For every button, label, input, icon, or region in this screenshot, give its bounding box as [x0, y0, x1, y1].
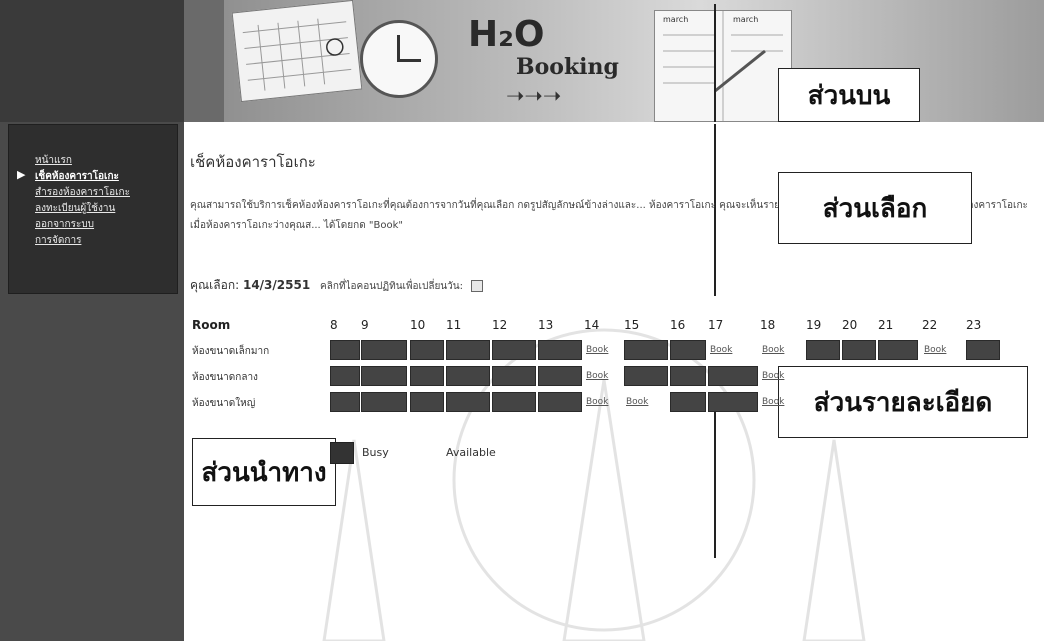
navigation-panel: ▶ หน้าแรก เช็คห้องคาราโอเกะ สำรองห้องคาร…	[8, 124, 178, 294]
planner-lines-icon	[663, 11, 783, 121]
clock-illustration	[360, 20, 438, 98]
busy-slot	[410, 340, 444, 360]
room-name: ห้องขนาดกลาง	[192, 372, 258, 383]
hour-label: 9	[361, 318, 369, 332]
busy-slot	[410, 366, 444, 386]
book-link[interactable]: Book	[624, 392, 668, 412]
hour-label: 14	[584, 318, 600, 332]
busy-slot	[806, 340, 840, 360]
nav-item-check-room[interactable]: เช็คห้องคาราโอเกะ	[35, 169, 119, 184]
hour-label: 19	[806, 318, 822, 332]
busy-slot	[361, 340, 407, 360]
hour-label: 23	[966, 318, 982, 332]
hour-label: 8	[330, 318, 338, 332]
logo-booking: Booking	[516, 54, 619, 80]
busy-slot	[361, 392, 407, 412]
brace-detail	[714, 408, 716, 558]
busy-slot	[446, 392, 490, 412]
calendar-illustration	[231, 0, 363, 103]
nav-item-register[interactable]: ลงทะเบียนผู้ใช้งาน	[35, 201, 115, 216]
nav-item-manage[interactable]: การจัดการ	[35, 233, 81, 248]
hour-label: 22	[922, 318, 938, 332]
hour-label: 13	[538, 318, 554, 332]
date-selection-line: คุณเลือก: 14/3/2551 คลิกที่ไอคอนปฏิทินเพ…	[190, 276, 483, 295]
hour-label: 21	[878, 318, 894, 332]
busy-slot	[330, 340, 360, 360]
hour-label: 18	[760, 318, 776, 332]
busy-slot	[708, 366, 758, 386]
busy-slot	[538, 340, 582, 360]
current-page-arrow-icon: ▶	[17, 168, 26, 181]
book-link[interactable]: Book	[760, 392, 804, 412]
planner-illustration: march march	[654, 10, 792, 122]
annotation-nav-section: ส่วนนำทาง	[192, 438, 336, 506]
busy-slot	[670, 340, 706, 360]
hour-label: 15	[624, 318, 640, 332]
legend-busy-label: Busy	[362, 446, 389, 459]
busy-slot	[624, 366, 668, 386]
busy-slot	[878, 340, 918, 360]
legend-available-label: Available	[446, 446, 496, 459]
book-link[interactable]: Book	[760, 366, 804, 386]
busy-slot	[966, 340, 1000, 360]
book-link[interactable]: Book	[708, 340, 758, 360]
busy-slot	[361, 366, 407, 386]
book-link[interactable]: Book	[584, 366, 622, 386]
busy-slot	[492, 392, 536, 412]
room-name: ห้องขนาดเล็กมาก	[192, 346, 270, 357]
busy-slot	[538, 392, 582, 412]
busy-slot	[538, 366, 582, 386]
busy-slot	[842, 340, 876, 360]
busy-slot	[624, 340, 668, 360]
hour-label: 17	[708, 318, 724, 332]
brace-top	[714, 4, 716, 122]
hour-label: 20	[842, 318, 858, 332]
calendar-grid-icon	[242, 18, 352, 91]
nav-item-logout[interactable]: ออกจากระบบ	[35, 217, 94, 232]
hour-label: 11	[446, 318, 462, 332]
room-column-header: Room	[192, 318, 231, 332]
busy-slot	[492, 366, 536, 386]
book-link[interactable]: Book	[584, 392, 622, 412]
busy-slot	[446, 340, 490, 360]
busy-slot	[330, 392, 360, 412]
busy-slot	[670, 392, 706, 412]
page-title: เช็คห้องคาราโอเกะ	[190, 153, 316, 171]
annotation-detail-section: ส่วนรายละเอียด	[778, 366, 1028, 438]
book-link[interactable]: Book	[584, 340, 622, 360]
logo-h2o: H₂O	[468, 14, 545, 55]
busy-slot	[330, 366, 360, 386]
busy-slot	[446, 366, 490, 386]
book-link[interactable]: Book	[760, 340, 804, 360]
nav-item-home[interactable]: หน้าแรก	[35, 153, 72, 168]
annotation-top-section: ส่วนบน	[778, 68, 920, 122]
busy-slot	[492, 340, 536, 360]
room-name: ห้องขนาดใหญ่	[192, 398, 256, 409]
legend-busy-swatch	[330, 442, 354, 464]
banner-shade	[184, 0, 224, 122]
hour-label: 10	[410, 318, 426, 332]
date-prefix: คุณเลือก:	[190, 278, 240, 292]
left-top-strip	[0, 0, 184, 122]
calendar-picker-icon[interactable]	[470, 279, 483, 292]
book-link[interactable]: Book	[922, 340, 964, 360]
busy-slot	[708, 392, 758, 412]
selected-date: 14/3/2551	[242, 278, 311, 292]
hour-label: 16	[670, 318, 686, 332]
nav-item-reserve-room[interactable]: สำรองห้องคาราโอเกะ	[35, 185, 130, 200]
date-hint: คลิกที่ไอคอนปฏิทินเพื่อเปลี่ยนวัน:	[320, 281, 463, 292]
annotation-select-section: ส่วนเลือก	[778, 172, 972, 244]
arrow-decoration-icon: ➝➝➝	[506, 84, 562, 109]
hour-label: 12	[492, 318, 508, 332]
busy-slot	[410, 392, 444, 412]
busy-slot	[670, 366, 706, 386]
